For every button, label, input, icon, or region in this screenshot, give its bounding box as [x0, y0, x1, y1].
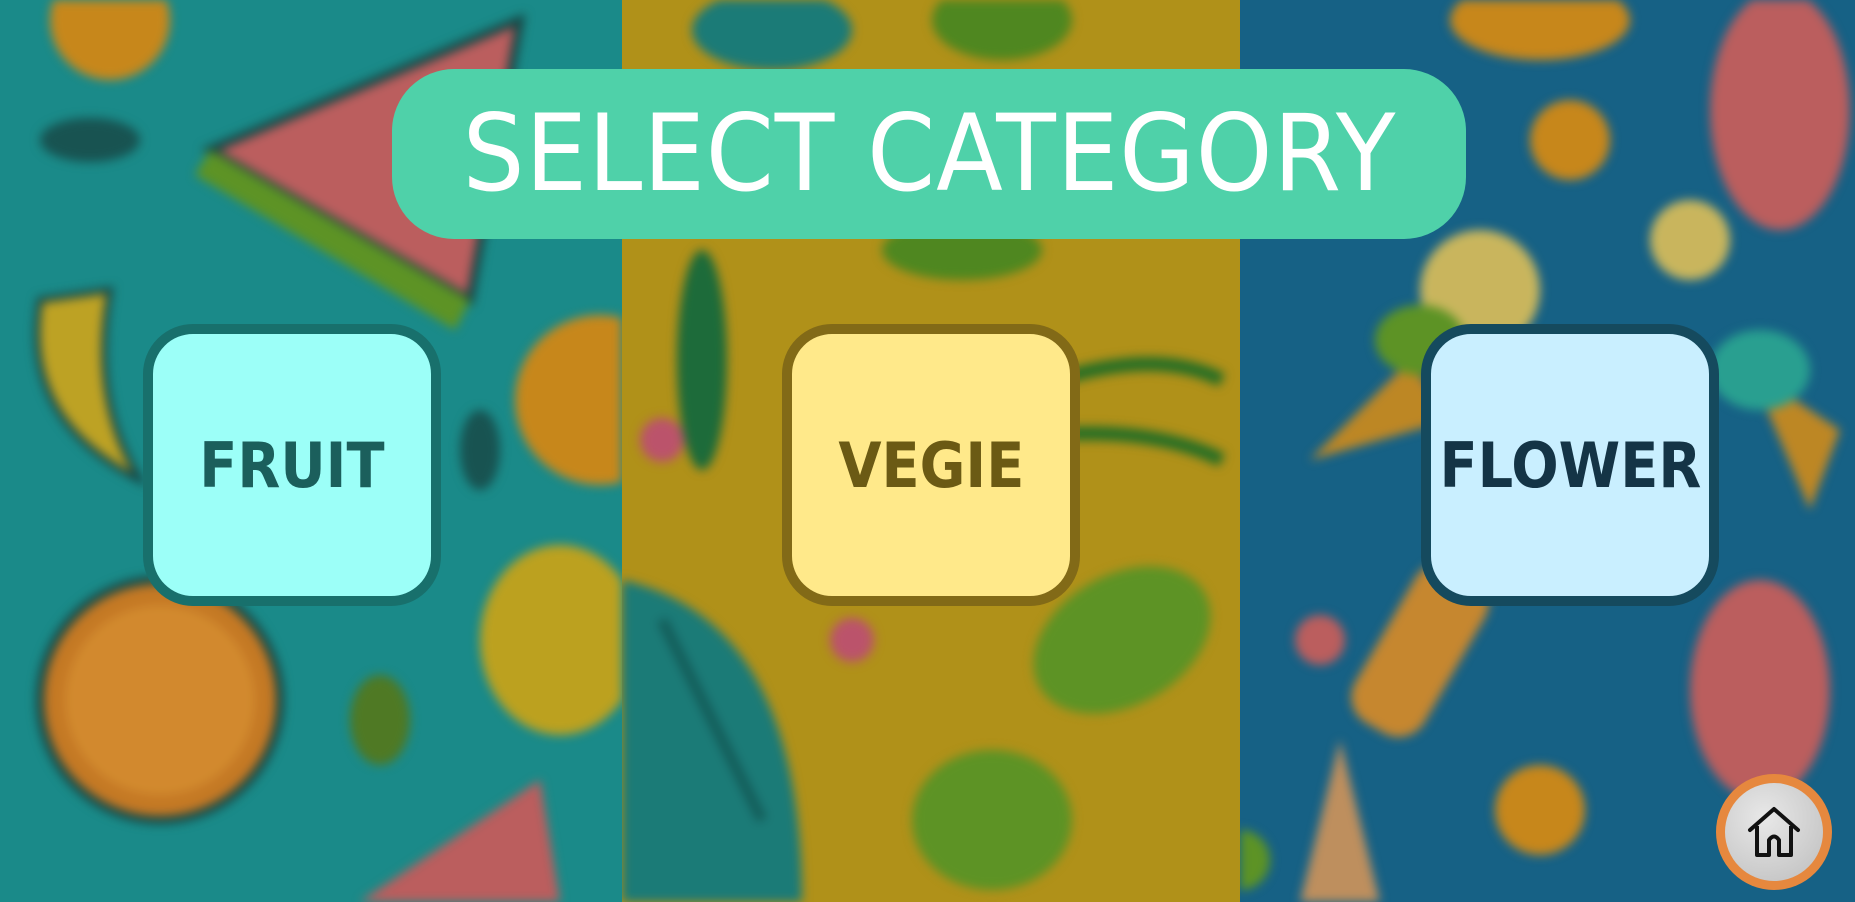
fruit-category-label: FRUIT: [199, 428, 385, 502]
vegie-category-button[interactable]: VEGIE: [782, 324, 1080, 606]
home-button-face: [1725, 783, 1823, 881]
vegie-category-label: VEGIE: [838, 428, 1024, 502]
flower-category-button[interactable]: FLOWER: [1421, 324, 1719, 606]
category-select-screen: SELECT CATEGORY FRUIT VEGIE FLOWER: [0, 0, 1855, 902]
home-icon: [1748, 807, 1800, 857]
title-banner: SELECT CATEGORY: [392, 69, 1466, 239]
home-button[interactable]: [1716, 774, 1832, 890]
fruit-category-button[interactable]: FRUIT: [143, 324, 441, 606]
flower-category-label: FLOWER: [1439, 428, 1701, 502]
page-title: SELECT CATEGORY: [462, 92, 1396, 215]
